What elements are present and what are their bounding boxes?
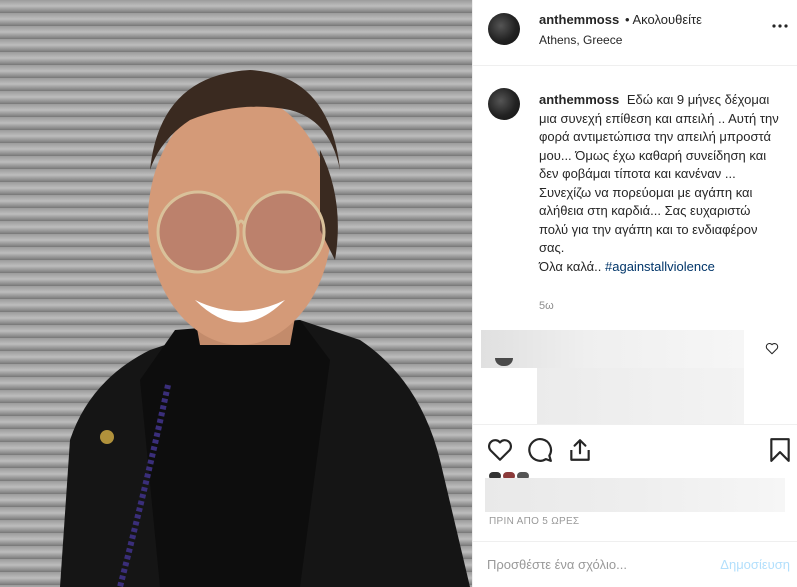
caption-last-line: Όλα καλά.. xyxy=(539,258,606,274)
heart-icon[interactable] xyxy=(487,437,513,463)
more-options-icon[interactable] xyxy=(772,22,788,30)
post-timestamp: ΠΡΙΝ ΑΠΟ 5 ΩΡΕΣ xyxy=(489,516,580,527)
post-comment-button[interactable]: Δημοσίευση xyxy=(720,557,790,572)
blurred-comment-text xyxy=(537,368,744,424)
post-header: anthemmoss • Ακολουθείτε Athens, Greece xyxy=(473,0,797,66)
action-bar xyxy=(473,424,797,476)
follow-status[interactable]: • Ακολουθείτε xyxy=(625,12,702,27)
author-avatar[interactable] xyxy=(488,13,520,45)
bookmark-icon[interactable] xyxy=(767,437,793,463)
blurred-comment xyxy=(481,330,744,368)
blurred-likes xyxy=(485,478,785,512)
caption-time-ago: 5ω xyxy=(539,300,554,312)
selfie-illustration xyxy=(60,70,470,587)
caption-avatar[interactable] xyxy=(488,88,520,120)
instagram-post: anthemmoss • Ακολουθείτε Athens, Greece … xyxy=(0,0,797,587)
author-username[interactable]: anthemmoss xyxy=(539,12,619,27)
caption-text: anthemmoss Εδώ και 9 μήνες δέχομαι μια σ… xyxy=(539,91,782,276)
caption-section: anthemmoss Εδώ και 9 μήνες δέχομαι μια σ… xyxy=(473,74,797,334)
add-comment-section: Δημοσίευση xyxy=(473,541,797,587)
caption-username[interactable]: anthemmoss xyxy=(539,92,619,107)
hashtag-link[interactable]: #againstallviolence xyxy=(605,259,715,274)
comment-like-heart-icon[interactable] xyxy=(765,342,779,355)
post-photo[interactable] xyxy=(0,0,472,587)
post-details-panel: anthemmoss • Ακολουθείτε Athens, Greece … xyxy=(472,0,797,587)
post-location[interactable]: Athens, Greece xyxy=(539,33,622,47)
comment-input[interactable] xyxy=(487,554,707,574)
speech-bubble-icon[interactable] xyxy=(527,437,553,463)
caption-body: Εδώ και 9 μήνες δέχομαι μια συνεχή επίθε… xyxy=(539,92,779,255)
share-icon[interactable] xyxy=(567,437,593,463)
